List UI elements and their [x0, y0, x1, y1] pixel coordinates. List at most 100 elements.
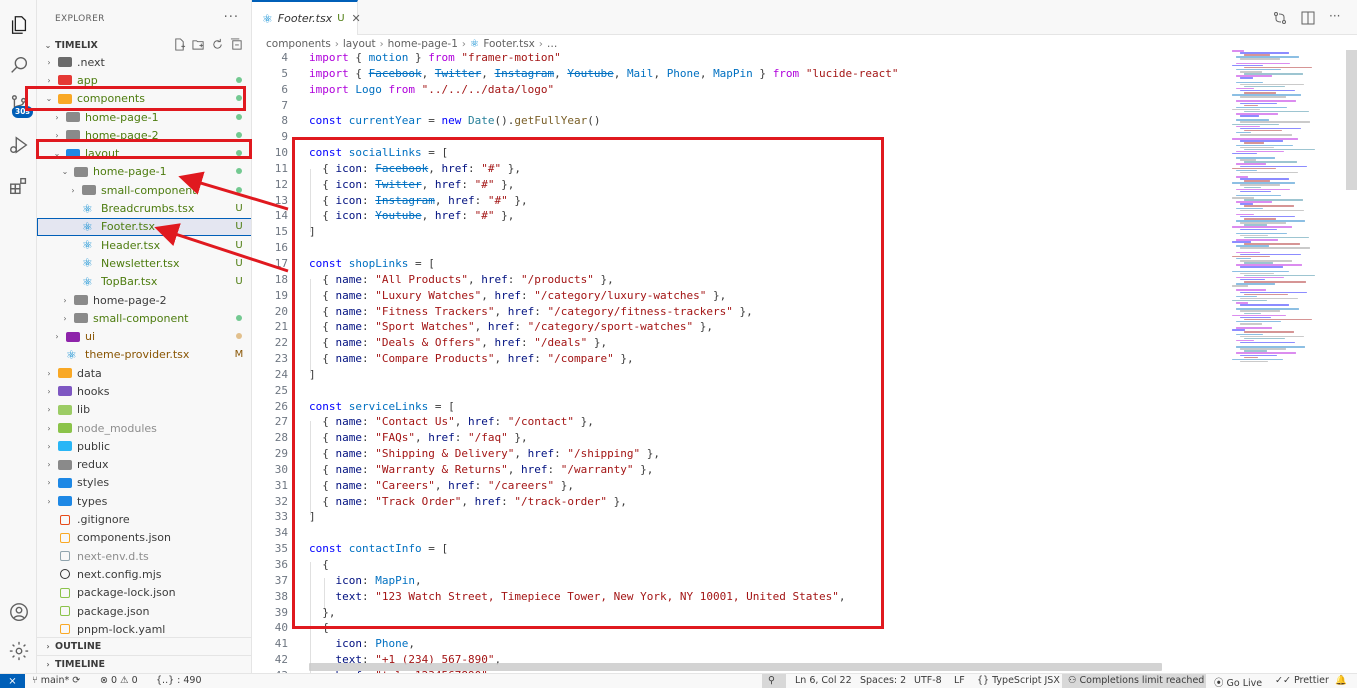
- workspace-root-label: TIMELIX: [55, 39, 98, 51]
- collapse-all-icon[interactable]: [230, 38, 243, 51]
- tree-folder[interactable]: › data: [37, 364, 251, 382]
- tree-folder[interactable]: › types: [37, 492, 251, 510]
- close-icon[interactable]: ✕: [352, 12, 361, 25]
- compare-changes-icon[interactable]: [1273, 11, 1287, 25]
- tree-folder[interactable]: › home-page-2: [37, 291, 251, 309]
- annotation-box-code: [292, 137, 884, 629]
- annotation-box-components: [25, 86, 246, 111]
- tree-file[interactable]: ⚛ theme-provider.tsx M: [37, 346, 251, 364]
- minimap-line: [1244, 293, 1288, 296]
- extensions-icon[interactable]: [0, 168, 37, 204]
- refresh-icon[interactable]: [211, 38, 224, 51]
- breadcrumb-item[interactable]: Footer.tsx: [483, 38, 535, 50]
- tree-folder[interactable]: › .next: [37, 53, 251, 71]
- minimap-line: [1236, 144, 1293, 147]
- code-token: Logo: [355, 82, 382, 96]
- code-line[interactable]: 5 import { Facebook, Twitter, Instagram, …: [252, 66, 1222, 82]
- tree-file[interactable]: next.config.mjs: [37, 565, 251, 583]
- line-number: 35: [274, 542, 288, 556]
- branch-indicator[interactable]: ⑂ main* ⟳: [32, 675, 80, 686]
- tree-item-label: small-component: [93, 311, 189, 325]
- encoding[interactable]: UTF-8: [914, 675, 942, 686]
- vertical-scrollbar[interactable]: [1346, 50, 1357, 190]
- prettier-status[interactable]: ✓✓ Prettier: [1275, 675, 1329, 686]
- tree-folder[interactable]: › node_modules: [37, 419, 251, 437]
- tree-file[interactable]: ⚛ Newsletter.tsx U: [37, 254, 251, 272]
- tree-file[interactable]: pnpm-lock.yaml: [37, 620, 251, 638]
- code-token: Facebook: [368, 66, 422, 80]
- tree-file[interactable]: package-lock.json: [37, 584, 251, 602]
- horizontal-scrollbar[interactable]: [309, 663, 1162, 671]
- line-number: 40: [274, 621, 288, 635]
- line-number: 10: [274, 146, 288, 160]
- account-icon[interactable]: [0, 594, 37, 630]
- tree-file[interactable]: next-env.d.ts: [37, 547, 251, 565]
- git-status-letter: U: [235, 203, 243, 215]
- tree-file[interactable]: ⚛ TopBar.tsx U: [37, 273, 251, 291]
- tab-footer-tsx[interactable]: ⚛ Footer.tsx U ✕: [252, 0, 361, 35]
- tree-file[interactable]: ⚛ Header.tsx U: [37, 236, 251, 254]
- code-line[interactable]: 41 icon: Phone,: [252, 636, 1222, 652]
- tree-file[interactable]: package.json: [37, 602, 251, 620]
- go-live-button[interactable]: ⦿ Go Live: [1214, 675, 1262, 688]
- search-icon[interactable]: [0, 47, 37, 83]
- react-file-icon: ⚛: [82, 219, 93, 234]
- folder-icon: [58, 404, 72, 415]
- tree-folder[interactable]: › small-component: [37, 181, 251, 199]
- new-folder-icon[interactable]: [192, 38, 205, 51]
- breadcrumb-item[interactable]: home-page-1: [388, 38, 458, 50]
- tree-file[interactable]: .gitignore: [37, 510, 251, 528]
- line-number: 23: [274, 352, 288, 366]
- code-line[interactable]: 7: [252, 98, 1222, 114]
- line-number: 38: [274, 589, 288, 603]
- remote-indicator-icon[interactable]: ⨯: [0, 674, 25, 688]
- line-number: 37: [274, 573, 288, 587]
- outline-section[interactable]: › OUTLINE: [37, 637, 251, 655]
- tree-file[interactable]: ⚛ Breadcrumbs.tsx U: [37, 199, 251, 217]
- problems-indicator[interactable]: ⊗ 0 ⚠ 0: [100, 675, 138, 686]
- language-mode[interactable]: {} TypeScript JSX: [977, 675, 1060, 686]
- minimap-line: [1236, 81, 1263, 84]
- code-token: from: [388, 82, 416, 96]
- timeline-section[interactable]: › TIMELINE: [37, 655, 251, 673]
- warning-count: 0: [131, 675, 138, 686]
- settings-gear-icon[interactable]: [0, 633, 37, 669]
- breadcrumb-item[interactable]: components: [266, 38, 331, 50]
- minimap[interactable]: [1227, 50, 1345, 380]
- tree-file[interactable]: components.json: [37, 529, 251, 547]
- more-actions-icon[interactable]: ···: [1329, 10, 1343, 25]
- selection-info[interactable]: {..} : 490: [156, 675, 202, 686]
- tree-folder[interactable]: › small-component: [37, 309, 251, 327]
- tree-folder[interactable]: › public: [37, 437, 251, 455]
- code-line[interactable]: 6 import Logo from "../../../data/logo": [252, 82, 1222, 98]
- explorer-icon[interactable]: [0, 7, 37, 43]
- tree-file[interactable]: ⚛ Footer.tsx U: [37, 217, 251, 236]
- tree-item-label: Breadcrumbs.tsx: [101, 202, 195, 216]
- code-line[interactable]: 8 const currentYear = new Date().getFullY…: [252, 113, 1222, 129]
- end-of-line[interactable]: LF: [954, 675, 965, 686]
- minimap-line: [1236, 62, 1290, 65]
- run-debug-icon[interactable]: [0, 127, 37, 163]
- split-editor-icon[interactable]: [1301, 11, 1315, 25]
- tree-folder[interactable]: › hooks: [37, 382, 251, 400]
- breadcrumb-item[interactable]: …: [547, 38, 558, 50]
- json-file-icon: [60, 532, 70, 543]
- cursor-position[interactable]: Ln 6, Col 22: [795, 675, 852, 686]
- tree-item-label: node_modules: [77, 421, 157, 435]
- tree-folder[interactable]: › ui: [37, 327, 251, 345]
- tree-folder[interactable]: › styles: [37, 474, 251, 492]
- copilot-status[interactable]: ⚇ Completions limit reached: [1068, 675, 1204, 686]
- chevron-right-icon: ›: [47, 368, 51, 378]
- tree-folder[interactable]: ⌄ home-page-1: [37, 163, 251, 181]
- breadcrumb-item[interactable]: layout: [343, 38, 376, 50]
- tree-folder[interactable]: › lib: [37, 401, 251, 419]
- notifications-icon[interactable]: 🔔: [1335, 675, 1347, 686]
- code-token: Twitter: [434, 66, 482, 80]
- code-line[interactable]: 4 import { motion } from "framer-motion": [252, 50, 1222, 66]
- new-file-icon[interactable]: [173, 38, 186, 51]
- indentation[interactable]: Spaces: 2: [860, 675, 906, 686]
- search-icon[interactable]: ⚲: [768, 675, 775, 686]
- explorer-more-button[interactable]: ···: [224, 10, 239, 25]
- tree-folder[interactable]: › redux: [37, 456, 251, 474]
